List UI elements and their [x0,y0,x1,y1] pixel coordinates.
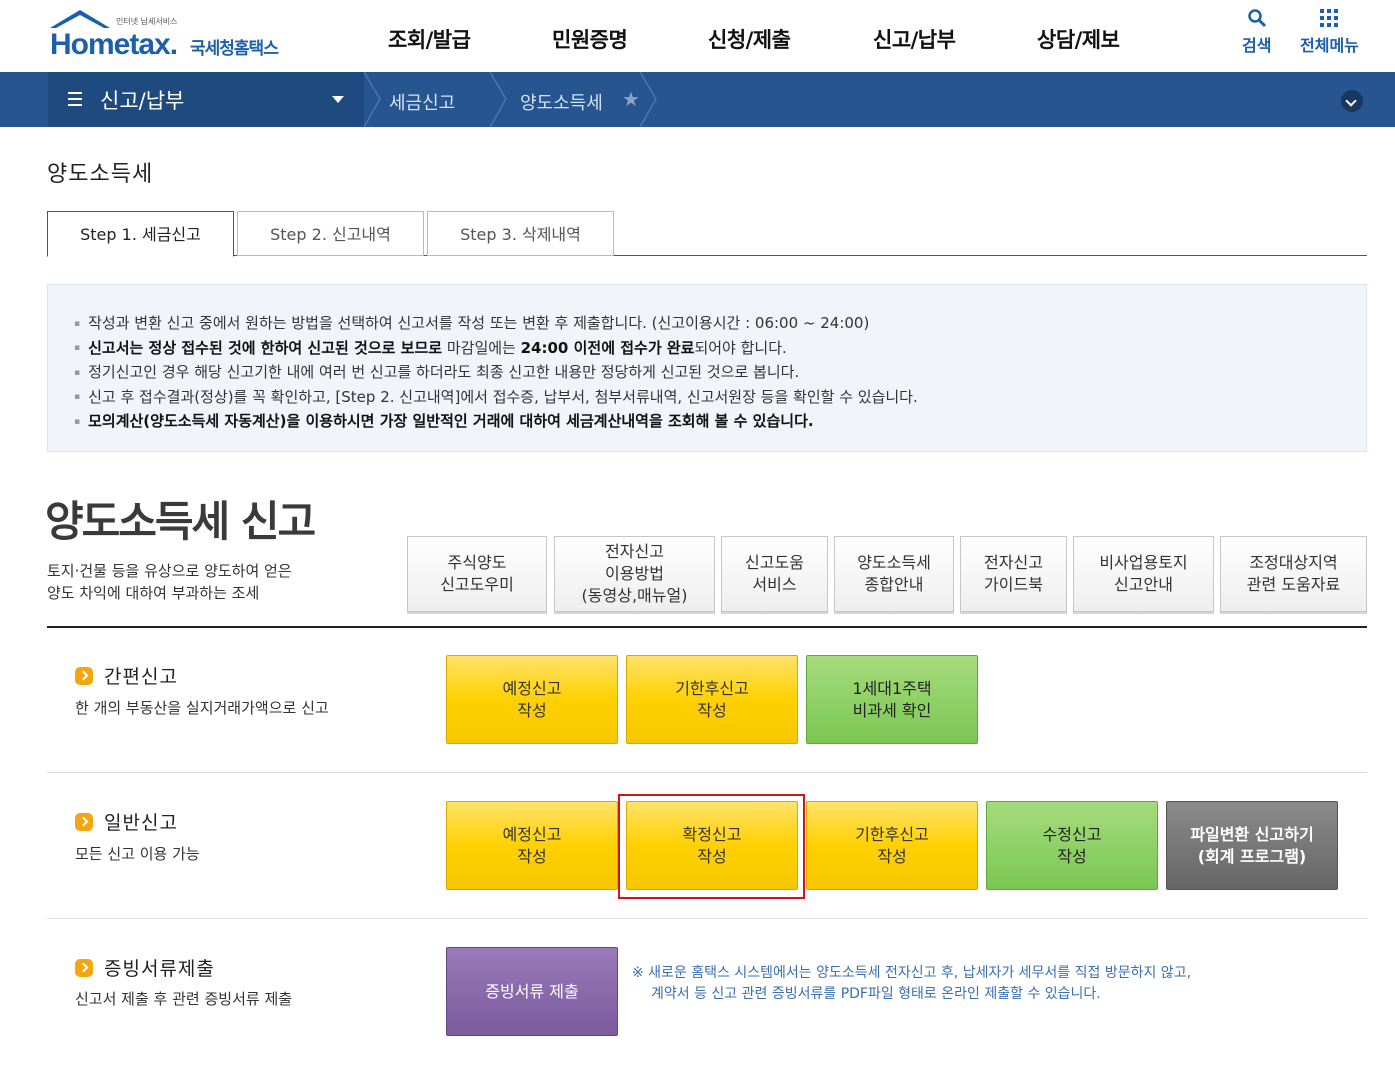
regulated-area-help-button[interactable]: 조정대상지역 관련 도움자료 [1220,536,1367,612]
gnb-inquiry[interactable]: 조회/발급 [388,24,471,54]
breadcrumb-separator-icon [490,72,507,127]
simple-late-filing-button[interactable]: 기한후신고 작성 [626,655,798,744]
one-house-exemption-check-button[interactable]: 1세대1주택 비과세 확인 [806,655,978,744]
section-divider [47,626,1367,628]
e-filing-howto-button[interactable]: 전자신고 이용방법 (동영상,매뉴얼) [554,536,715,612]
caret-down-icon [332,96,344,103]
menu-dropdown[interactable]: 신고/납부 [48,72,364,127]
menu-dropdown-label: 신고/납부 [100,89,185,113]
gnb-filing-payment[interactable]: 신고/납부 [873,24,956,54]
search-label: 검색 [1242,36,1272,55]
gnb-certificate[interactable]: 민원증명 [552,24,628,54]
filing-help-service-button[interactable]: 신고도움 서비스 [721,536,828,612]
highlight-box [618,794,805,899]
non-business-land-guide-button[interactable]: 비사업용토지 신고안내 [1073,536,1214,612]
arrow-bullet-icon [75,959,93,977]
file-conversion-filing-button[interactable]: 파일변환 신고하기 (회계 프로그램) [1166,801,1338,890]
logo-hometax-text: Hometax. [50,28,178,61]
evidence-submission-title: 증빙서류제출 [75,954,215,981]
house-roof-icon [50,10,110,28]
general-filing-title: 일반신고 [75,808,178,835]
all-menu-label: 전체메뉴 [1300,36,1359,55]
page-title: 양도소득세 [47,162,154,187]
all-menu-button[interactable]: 전체메뉴 [1300,8,1359,56]
e-filing-guidebook-button[interactable]: 전자신고 가이드북 [960,536,1067,612]
breadcrumb-tax-filing[interactable]: 세금신고 [389,89,455,115]
notice-box: 작성과 변환 신고 중에서 원하는 방법을 선택하여 신고서를 작성 또는 변환… [47,284,1367,452]
general-preliminary-filing-button[interactable]: 예정신고 작성 [446,801,618,890]
logo-korean-text: 국세청홈택스 [190,39,279,59]
evidence-submission-subtitle: 신고서 제출 후 관련 증빙서류 제출 [75,990,293,1008]
gnb-consulting[interactable]: 상담/제보 [1037,24,1120,54]
simple-filing-subtitle: 한 개의 부동산을 실지거래가액으로 신고 [75,699,329,717]
section-divider [47,918,1367,919]
breadcrumb-capital-gains[interactable]: 양도소득세 [520,89,603,115]
section-divider [47,772,1367,773]
evidence-submit-button[interactable]: 증빙서류 제출 [446,947,618,1036]
stock-transfer-helper-button[interactable]: 주식양도 신고도우미 [407,536,547,612]
evidence-note: ※ 새로운 홈택스 시스템에서는 양도소득세 전자신고 후, 납세자가 세무서를… [632,965,1192,1002]
hometax-logo[interactable]: 인터넷 납세서비스 Hometax. 국세청홈택스 [44,6,304,62]
notice-item: 작성과 변환 신고 중에서 원하는 방법을 선택하여 신고서를 작성 또는 변환… [74,311,918,336]
hamburger-icon [68,92,82,106]
section-description: 토지·건물 등을 유상으로 양도하여 얻은 양도 차익에 대하여 부과하는 조세 [47,562,292,602]
gnb-application[interactable]: 신청/제출 [708,24,791,54]
favorite-star-icon[interactable]: ★ [622,87,640,111]
header: 인터넷 납세서비스 Hometax. 국세청홈택스 조회/발급 민원증명 신청/… [0,0,1395,72]
breadcrumb-bar: 신고/납부 세금신고 양도소득세 ★ [0,72,1395,127]
expand-chevron-icon[interactable] [1341,90,1363,112]
breadcrumb-separator-icon [640,72,657,127]
breadcrumb-separator-icon [364,72,381,127]
tab-step3-deleted-history[interactable]: Step 3. 삭제내역 [427,211,614,256]
logo-tagline: 인터넷 납세서비스 [116,17,178,26]
tab-step2-filing-history[interactable]: Step 2. 신고내역 [237,211,424,256]
general-late-filing-button[interactable]: 기한후신고 작성 [806,801,978,890]
search-button[interactable]: 검색 [1242,8,1271,56]
arrow-bullet-icon [75,813,93,831]
arrow-bullet-icon [75,667,93,685]
simple-filing-title: 간편신고 [75,662,178,689]
notice-item: 신고서는 정상 접수된 것에 한하여 신고된 것으로 보므로 마감일에는 24:… [74,336,918,361]
tab-step1-tax-filing[interactable]: Step 1. 세금신고 [47,211,234,257]
section-title: 양도소득세 신고 [45,497,316,546]
general-amended-filing-button[interactable]: 수정신고 작성 [986,801,1158,890]
general-filing-subtitle: 모든 신고 이용 가능 [75,845,200,863]
capital-gains-guide-button[interactable]: 양도소득세 종합안내 [834,536,954,612]
search-icon [1247,9,1266,28]
simple-preliminary-filing-button[interactable]: 예정신고 작성 [446,655,618,744]
notice-item: 정기신고인 경우 해당 신고기한 내에 여러 번 신고를 하더라도 최종 신고한… [74,360,918,385]
grid-menu-icon [1320,9,1339,27]
notice-item: 신고 후 접수결과(정상)를 꼭 확인하고, [Step 2. 신고내역]에서 … [74,385,918,410]
notice-item: 모의계산(양도소득세 자동계산)을 이용하시면 가장 일반적인 거래에 대하여 … [74,409,918,434]
